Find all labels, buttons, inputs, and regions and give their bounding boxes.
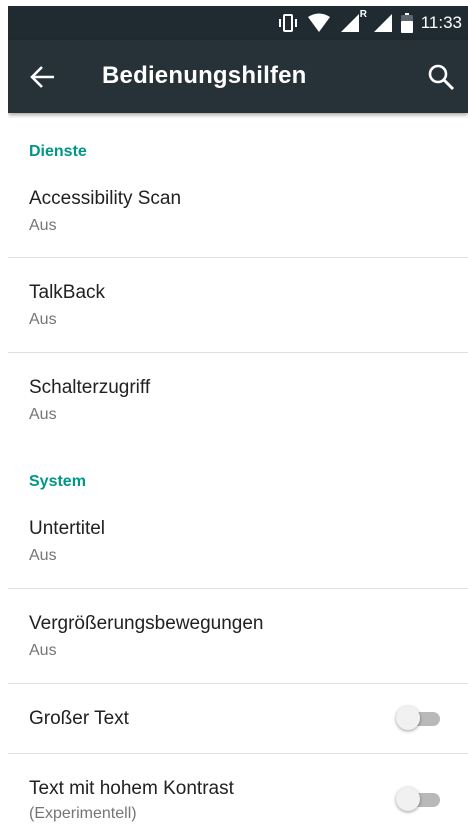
signal-icon bbox=[373, 14, 392, 32]
status-bar: R 11:33 bbox=[8, 6, 468, 40]
section-header-system: System bbox=[29, 473, 86, 490]
roaming-indicator: R bbox=[359, 9, 367, 20]
arrow-back-icon bbox=[30, 66, 54, 88]
battery-icon bbox=[400, 13, 413, 33]
item-title: Großer Text bbox=[29, 708, 129, 729]
item-summary: (Experimentell) bbox=[29, 805, 137, 822]
list-item-vergroesserungsbewegungen[interactable]: Vergrößerungsbewegungen Aus bbox=[8, 589, 468, 683]
settings-screen: R 11:33 Bedienungshilfen Dienste Accessi… bbox=[8, 6, 468, 827]
section-header-dienste: Dienste bbox=[29, 143, 87, 160]
item-title: Schalterzugriff bbox=[29, 377, 151, 398]
signal-roaming-icon: R bbox=[339, 9, 367, 33]
item-title: Vergrößerungsbewegungen bbox=[29, 613, 264, 634]
hoher-kontrast-switch[interactable] bbox=[396, 787, 442, 813]
list-item-schalterzugriff[interactable]: Schalterzugriff Aus bbox=[8, 353, 468, 449]
item-title: Text mit hohem Kontrast bbox=[29, 778, 234, 799]
list-item-untertitel[interactable]: Untertitel Aus bbox=[8, 499, 468, 588]
status-time: 11:33 bbox=[420, 13, 462, 32]
item-summary: Aus bbox=[29, 217, 57, 234]
item-summary: Aus bbox=[29, 406, 57, 423]
switch-thumb bbox=[396, 706, 420, 730]
switch-thumb bbox=[396, 787, 420, 811]
search-icon bbox=[428, 64, 455, 91]
item-title: Accessibility Scan bbox=[29, 188, 182, 209]
grosser-text-switch[interactable] bbox=[396, 706, 442, 732]
item-summary: Aus bbox=[29, 311, 57, 328]
list-item-accessibility-scan[interactable]: Accessibility Scan Aus bbox=[8, 171, 468, 257]
list-item-talkback[interactable]: TalkBack Aus bbox=[8, 258, 468, 352]
item-title: TalkBack bbox=[29, 282, 106, 303]
list-item-text-hoher-kontrast[interactable]: Text mit hohem Kontrast (Experimentell) bbox=[8, 754, 468, 827]
item-summary: Aus bbox=[29, 642, 57, 659]
item-summary: Aus bbox=[29, 547, 57, 564]
wifi-icon bbox=[307, 13, 330, 32]
item-title: Untertitel bbox=[29, 518, 106, 539]
list-item-grosser-text[interactable]: Großer Text bbox=[8, 684, 468, 753]
status-icons: R 11:33 bbox=[277, 9, 462, 34]
back-button[interactable] bbox=[28, 64, 58, 90]
app-toolbar: Bedienungshilfen bbox=[8, 40, 468, 113]
page-title: Bedienungshilfen bbox=[102, 62, 307, 89]
vibrate-icon bbox=[278, 14, 297, 32]
search-button[interactable] bbox=[426, 62, 456, 92]
